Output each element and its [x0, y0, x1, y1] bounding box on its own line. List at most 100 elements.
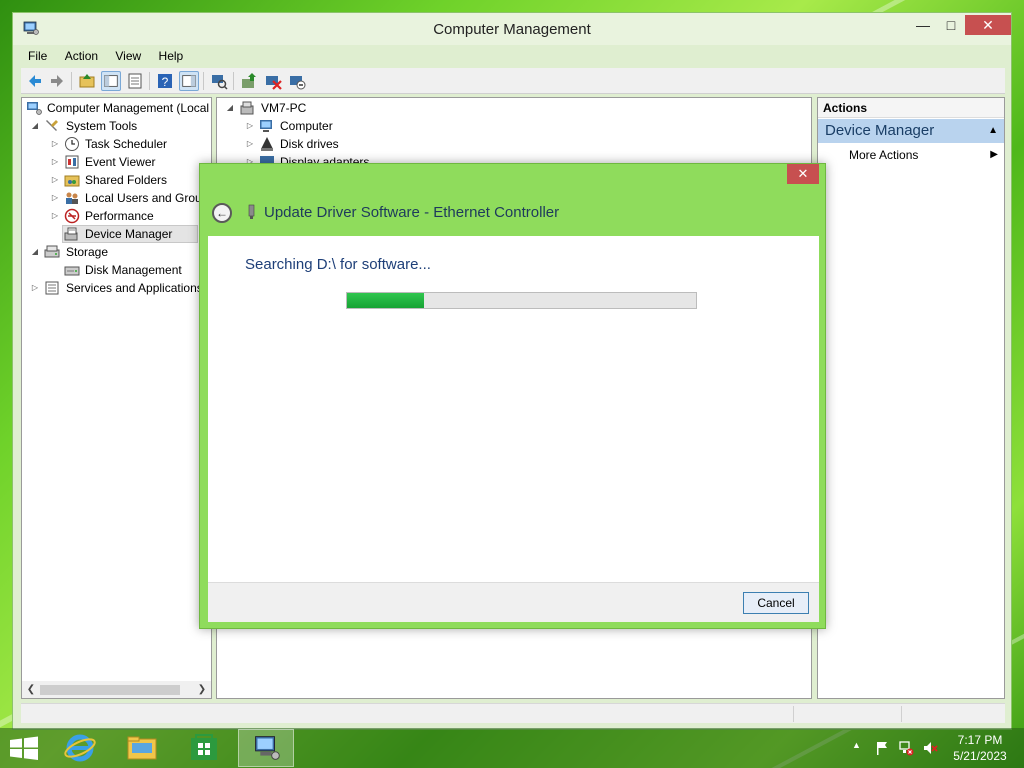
shared-folder-icon: [64, 175, 80, 187]
search-status-text: Searching D:\ for software...: [245, 256, 431, 273]
tree-node-local-users[interactable]: ▷ Local Users and Group: [24, 189, 211, 207]
search-progress-bar: [346, 292, 697, 309]
menu-file[interactable]: File: [21, 47, 54, 65]
event-viewer-icon: [65, 155, 79, 169]
tree-node-disk-management[interactable]: Disk Management: [24, 261, 211, 279]
device-manager-icon: [64, 227, 78, 241]
services-icon: [45, 281, 59, 295]
menu-help[interactable]: Help: [152, 47, 191, 65]
cancel-button[interactable]: Cancel: [743, 592, 809, 614]
scroll-thumb[interactable]: [40, 685, 180, 695]
expand-arrow-icon[interactable]: ▷: [50, 207, 60, 225]
status-segment: [901, 706, 902, 722]
expand-arrow-icon[interactable]: ▷: [50, 171, 60, 189]
expand-arrow-icon[interactable]: ▷: [245, 135, 255, 153]
status-segment: [793, 706, 794, 722]
file-explorer-icon[interactable]: [114, 729, 170, 767]
properties-icon[interactable]: [125, 71, 145, 91]
dialog-footer: Cancel: [208, 582, 819, 622]
action-center-flag-icon[interactable]: [874, 740, 890, 756]
device-label-computer: Computer: [280, 119, 333, 133]
tree-label-device-manager: Device Manager: [85, 227, 173, 241]
performance-icon: [64, 208, 80, 224]
more-actions-item[interactable]: More Actions ▶: [818, 146, 1004, 164]
minimize-button[interactable]: —: [909, 15, 937, 35]
computer-management-icon[interactable]: [238, 729, 294, 767]
tree-label-services: Services and Applications: [66, 281, 203, 295]
disable-device-icon[interactable]: [287, 71, 307, 91]
scroll-right-icon[interactable]: ❯: [195, 681, 209, 698]
tree-label-event-viewer: Event Viewer: [85, 155, 156, 169]
console-tree-pane: Computer Management (Local ◢ System Tool…: [21, 97, 212, 699]
tree-node-task-scheduler[interactable]: ▷ Task Scheduler: [24, 135, 211, 153]
tree-node-root[interactable]: Computer Management (Local: [24, 99, 211, 117]
tree-node-services[interactable]: ▷ Services and Applications: [24, 279, 211, 297]
dialog-close-button[interactable]: ✕: [787, 164, 819, 184]
clock-date: 5/21/2023: [953, 749, 1007, 763]
windows-start-icon[interactable]: [0, 729, 48, 767]
dialog-content: Searching D:\ for software...: [208, 236, 819, 582]
back-arrow-icon[interactable]: [25, 71, 45, 91]
disk-drive-icon: [261, 137, 273, 151]
device-node-root[interactable]: ◢ VM7-PC: [219, 99, 619, 117]
device-label-disk-drives: Disk drives: [280, 137, 339, 151]
device-node-disk-drives[interactable]: ▷ Disk drives: [219, 135, 619, 153]
tree-label-system-tools: System Tools: [66, 119, 138, 133]
toolbar-separator: [233, 72, 234, 90]
show-hidden-icons-icon[interactable]: ▲: [852, 740, 861, 750]
maximize-button[interactable]: □: [937, 15, 965, 35]
menu-action[interactable]: Action: [58, 47, 105, 65]
menu-view[interactable]: View: [108, 47, 148, 65]
tree-node-device-manager[interactable]: Device Manager: [24, 225, 211, 243]
collapse-arrow-icon[interactable]: ◢: [30, 117, 40, 135]
toolbar: ?: [21, 68, 1005, 94]
expand-arrow-icon[interactable]: ▷: [30, 279, 40, 297]
help-icon[interactable]: ?: [155, 71, 175, 91]
progress-fill: [347, 293, 424, 308]
collapse-arrow-icon[interactable]: ◢: [30, 243, 40, 261]
back-button[interactable]: ←: [212, 203, 232, 223]
tree-node-shared-folders[interactable]: ▷ Shared Folders: [24, 171, 211, 189]
actions-device-manager-section[interactable]: Device Manager ▲: [818, 119, 1004, 143]
toolbar-separator: [149, 72, 150, 90]
expand-arrow-icon[interactable]: ▷: [50, 153, 60, 171]
system-tools-icon: [46, 120, 58, 131]
status-bar: [21, 703, 1005, 723]
disk-management-icon: [64, 266, 80, 276]
collapse-up-icon[interactable]: ▲: [988, 119, 998, 143]
action-pane-icon[interactable]: [179, 71, 199, 91]
collapse-arrow-icon[interactable]: ◢: [225, 99, 235, 117]
show-hide-tree-icon[interactable]: [101, 71, 121, 91]
expand-arrow-icon[interactable]: ▷: [245, 117, 255, 135]
expand-arrow-icon[interactable]: ▷: [50, 189, 60, 207]
tree-label-task-scheduler: Task Scheduler: [85, 137, 168, 151]
store-icon[interactable]: [176, 729, 232, 767]
window-title: Computer Management: [433, 21, 591, 38]
update-driver-icon[interactable]: [239, 71, 259, 91]
tree-node-system-tools[interactable]: ◢ System Tools: [24, 117, 211, 135]
system-clock[interactable]: 7:17 PM 5/21/2023: [944, 732, 1016, 764]
tree-label-storage: Storage: [66, 245, 109, 259]
internet-explorer-icon[interactable]: [52, 729, 108, 767]
toolbar-separator: [71, 72, 72, 90]
title-bar[interactable]: Computer Management — □ ✕: [13, 13, 1011, 45]
tree-node-event-viewer[interactable]: ▷ Event Viewer: [24, 153, 211, 171]
horizontal-scrollbar[interactable]: ❮ ❯: [22, 681, 211, 698]
volume-muted-icon[interactable]: [922, 740, 938, 756]
update-driver-dialog: ✕ ← Update Driver Software - Ethernet Co…: [199, 163, 826, 629]
actions-pane: Actions Device Manager ▲ More Actions ▶: [817, 97, 1005, 699]
svg-text:?: ?: [162, 75, 169, 89]
scan-hardware-icon[interactable]: [209, 71, 229, 91]
tree-label-disk-management: Disk Management: [85, 263, 182, 277]
device-node-computer[interactable]: ▷ Computer: [219, 117, 619, 135]
up-folder-icon[interactable]: [77, 71, 97, 91]
uninstall-icon[interactable]: [263, 71, 283, 91]
expand-arrow-icon[interactable]: ▷: [50, 135, 60, 153]
scroll-left-icon[interactable]: ❮: [24, 681, 38, 698]
network-disconnected-icon[interactable]: [898, 740, 914, 756]
computer-icon: [260, 120, 272, 132]
tree-node-performance[interactable]: ▷ Performance: [24, 207, 211, 225]
tree-node-storage[interactable]: ◢ Storage: [24, 243, 211, 261]
forward-arrow-icon[interactable]: [47, 71, 67, 91]
close-button[interactable]: ✕: [965, 15, 1011, 35]
